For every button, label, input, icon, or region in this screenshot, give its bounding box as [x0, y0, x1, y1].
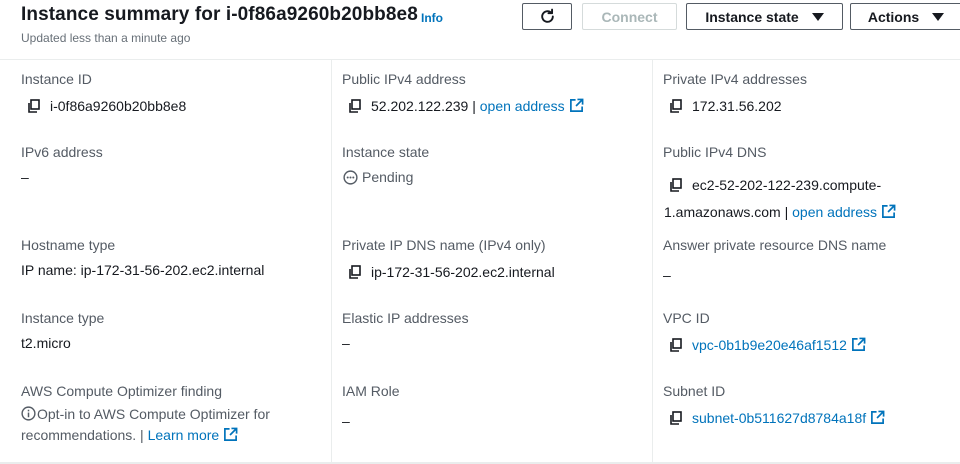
field-vpc-id: VPC ID vpc-0b1b9e20e46af1512: [663, 310, 960, 356]
vpc-id-value: vpc-0b1b9e20e46af1512: [663, 335, 960, 356]
optimizer-value: Opt-in to AWS Compute Optimizer for reco…: [21, 404, 321, 446]
subnet-id-value: subnet-0b511627d8784a18f: [663, 408, 960, 429]
external-link-icon[interactable]: [569, 98, 584, 113]
field-compute-optimizer: AWS Compute Optimizer finding Opt-in to …: [21, 383, 321, 446]
field-hostname-type: Hostname type IP name: ip-172-31-56-202.…: [21, 237, 321, 281]
copy-icon[interactable]: [669, 411, 682, 425]
field-instance-id: Instance ID i-0f86a9260b20bb8e8: [21, 71, 321, 117]
answer-dns-label: Answer private resource DNS name: [663, 237, 887, 253]
caret-down-icon: [932, 12, 945, 21]
copy-icon[interactable]: [348, 99, 361, 113]
actions-button[interactable]: Actions: [850, 3, 960, 30]
copy-icon[interactable]: [348, 265, 361, 279]
subnet-id-link[interactable]: subnet-0b511627d8784a18f: [692, 410, 866, 426]
page-title: Instance summary for i-0f86a9260b20bb8e8: [21, 4, 418, 25]
copy-icon[interactable]: [669, 338, 682, 352]
column-divider: [331, 60, 332, 464]
field-answer-dns: Answer private resource DNS name –: [663, 237, 960, 286]
refresh-icon: [540, 8, 554, 23]
private-dns-text: ip-172-31-56-202.ec2.internal: [371, 264, 555, 280]
ipv6-label: IPv6 address: [21, 144, 103, 160]
external-link-icon[interactable]: [870, 410, 885, 425]
instance-state-value: Pending: [342, 167, 642, 188]
optimizer-label: AWS Compute Optimizer finding: [21, 383, 222, 399]
open-address-link[interactable]: open address: [792, 204, 877, 220]
private-ipv4-value: 172.31.56.202: [663, 96, 960, 117]
field-ipv6: IPv6 address –: [21, 144, 321, 188]
public-ipv4-label: Public IPv4 address: [342, 71, 466, 87]
hostname-type-label: Hostname type: [21, 237, 116, 253]
hostname-type-value: IP name: ip-172-31-56-202.ec2.internal: [21, 262, 265, 278]
vpc-id-link[interactable]: vpc-0b1b9e20e46af1512: [692, 337, 847, 353]
external-link-icon[interactable]: [851, 337, 866, 352]
external-link-icon[interactable]: [881, 204, 896, 219]
answer-dns-value: –: [663, 267, 671, 283]
subnet-id-label: Subnet ID: [663, 383, 726, 399]
instance-type-label: Instance type: [21, 310, 105, 326]
actions-label: Actions: [867, 8, 920, 25]
field-private-ipv4: Private IPv4 addresses 172.31.56.202: [663, 71, 960, 117]
pending-icon: [343, 170, 358, 185]
field-instance-type: Instance type t2.micro: [21, 310, 321, 354]
copy-icon[interactable]: [669, 99, 682, 113]
instance-id-text: i-0f86a9260b20bb8e8: [50, 98, 187, 114]
learn-more-link[interactable]: Learn more: [148, 427, 220, 443]
field-public-dns: Public IPv4 DNS ec2-52-202-122-239.compu…: [663, 144, 960, 226]
public-dns-line2: 1.amazonaws.com: [664, 204, 781, 220]
public-dns-line1: ec2-52-202-122-239.compute-: [692, 177, 882, 193]
separator: |: [136, 427, 148, 443]
private-ipv4-label: Private IPv4 addresses: [663, 71, 807, 87]
copy-icon[interactable]: [27, 99, 40, 113]
refresh-button[interactable]: [522, 3, 572, 30]
field-public-ipv4: Public IPv4 address 52.202.122.239 | ope…: [342, 71, 642, 117]
public-dns-value: ec2-52-202-122-239.compute- 1.amazonaws.…: [663, 172, 960, 226]
iam-role-value: –: [342, 413, 350, 429]
private-ipv4-text: 172.31.56.202: [692, 98, 782, 114]
summary-header: Instance summary for i-0f86a9260b20bb8e8…: [0, 0, 960, 60]
field-iam-role: IAM Role –: [342, 383, 642, 432]
instance-id-label: Instance ID: [21, 71, 92, 87]
elastic-ip-value: –: [342, 335, 350, 351]
info-link[interactable]: Info: [421, 11, 443, 25]
connect-button[interactable]: Connect: [582, 3, 677, 30]
public-ipv4-value: 52.202.122.239 | open address: [342, 96, 642, 117]
public-dns-label: Public IPv4 DNS: [663, 144, 767, 160]
separator: |: [468, 98, 480, 114]
field-instance-state: Instance state Pending: [342, 144, 642, 188]
iam-role-label: IAM Role: [342, 383, 400, 399]
field-elastic-ip: Elastic IP addresses –: [342, 310, 642, 354]
private-dns-label: Private IP DNS name (IPv4 only): [342, 237, 546, 253]
separator: |: [780, 204, 793, 220]
updated-timestamp: Updated less than a minute ago: [21, 31, 191, 45]
elastic-ip-label: Elastic IP addresses: [342, 310, 469, 326]
instance-id-value: i-0f86a9260b20bb8e8: [21, 96, 321, 117]
ipv6-value: –: [21, 169, 29, 185]
column-divider: [652, 60, 653, 464]
instance-state-button[interactable]: Instance state: [686, 3, 843, 30]
vpc-id-label: VPC ID: [663, 310, 710, 326]
instance-type-value: t2.micro: [21, 335, 71, 351]
external-link-icon[interactable]: [223, 427, 238, 442]
caret-down-icon: [811, 12, 824, 21]
private-dns-value: ip-172-31-56-202.ec2.internal: [342, 262, 642, 283]
field-subnet-id: Subnet ID subnet-0b511627d8784a18f: [663, 383, 960, 429]
instance-state-text: Pending: [362, 169, 414, 185]
info-icon: [21, 406, 36, 421]
field-private-dns: Private IP DNS name (IPv4 only) ip-172-3…: [342, 237, 642, 283]
instance-state-field-label: Instance state: [342, 144, 430, 160]
public-ipv4-text: 52.202.122.239: [371, 98, 469, 114]
open-address-link[interactable]: open address: [480, 98, 565, 114]
instance-state-label: Instance state: [705, 8, 799, 25]
